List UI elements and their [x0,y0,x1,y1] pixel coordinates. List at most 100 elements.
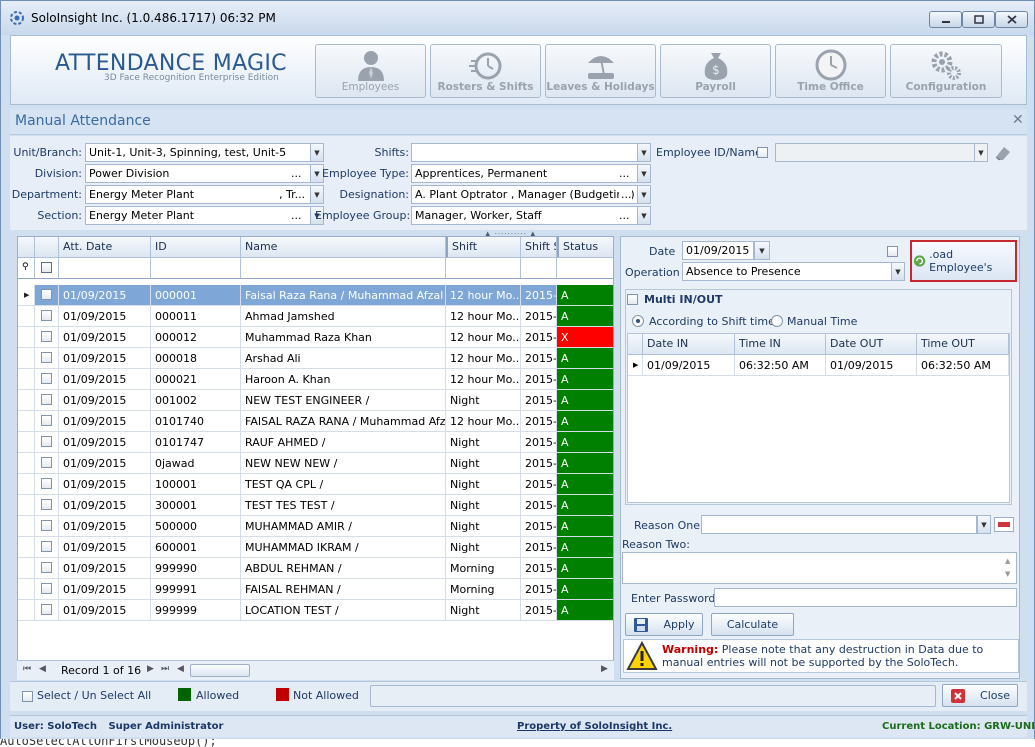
nav-time-office[interactable]: Time Office [775,44,886,98]
cell-att-date[interactable]: 01/09/2015 [59,579,151,600]
first-record-icon[interactable]: ⏮ [23,664,31,674]
table-row[interactable]: ▶ 01/09/2015 000001 Faisal Raza Rana / Muha… [18,285,613,306]
password-input[interactable] [714,588,1017,607]
scroll-right-icon[interactable]: ▶ [601,664,608,674]
row-checkbox[interactable] [41,499,52,510]
cell-att-date[interactable]: 01/09/2015 [59,558,151,579]
reason-one-combo[interactable] [701,515,977,534]
cell-shift[interactable]: 12 hour Mo... [446,348,521,369]
close-window-button[interactable] [995,11,1028,28]
row-select-cell[interactable] [35,537,59,558]
cell-att-date[interactable]: 01/09/2015 [59,432,151,453]
cell-att-date[interactable]: 01/09/2015 [59,474,151,495]
row-select-cell[interactable] [35,411,59,432]
shifts-dropdown[interactable]: ▼ [637,143,651,162]
row-select-cell[interactable] [35,474,59,495]
row-checkbox[interactable] [41,289,52,300]
row-select-cell[interactable] [35,327,59,348]
shifts-combo[interactable] [411,143,638,162]
unit-branch-combo[interactable]: Unit-1, Unit-3, Spinning, test, Unit-5 [85,143,311,162]
cell-name[interactable]: RAUF AHMED / [241,432,446,453]
inout-col-date-in[interactable]: Date IN [643,334,735,355]
filter-name[interactable] [241,258,446,279]
table-row[interactable]: 01/09/2015 600001 MUHAMMAD IKRAM / Night 201… [18,537,613,558]
cell-att-date[interactable]: 01/09/2015 [59,390,151,411]
row-select-cell[interactable] [35,306,59,327]
nav-payroll[interactable]: $ Payroll [660,44,771,98]
cell-shift-s[interactable]: 2015-( [521,432,557,453]
employee-group-combo[interactable]: Manager, Worker, Staff ... [411,206,638,225]
inout-date-in[interactable]: 01/09/2015 [643,355,735,376]
operation-combo[interactable]: Absence to Presence [682,262,892,281]
cell-name[interactable]: MUHAMMAD AMIR / [241,516,446,537]
row-select-cell[interactable] [35,453,59,474]
employee-group-dropdown[interactable]: ▼ [637,206,651,225]
cell-shift[interactable]: Morning [446,579,521,600]
cell-id[interactable]: 000011 [151,306,241,327]
cell-status[interactable]: A [557,558,613,579]
row-checkbox[interactable] [41,331,52,342]
cell-name[interactable]: TEST TES TEST / [241,495,446,516]
cell-name[interactable]: TEST QA CPL / [241,474,446,495]
row-checkbox[interactable] [41,604,52,615]
cell-shift-s[interactable]: 2015-( [521,306,557,327]
cell-name[interactable]: ABDUL REHMAN / [241,558,446,579]
cell-id[interactable]: 0101747 [151,432,241,453]
cell-shift-s[interactable]: 2015-( [521,369,557,390]
next-record-icon[interactable]: ▶ [147,664,154,674]
row-checkbox[interactable] [41,541,52,552]
cell-status[interactable]: A [557,432,613,453]
nav-leaves-holidays[interactable]: Leaves & Holidays [545,44,656,98]
inout-col-date-out[interactable]: Date OUT [826,334,917,355]
operation-dropdown[interactable]: ▼ [891,262,905,281]
cell-status[interactable]: A [557,411,613,432]
cell-shift[interactable]: 12 hour Mo... [446,369,521,390]
cell-att-date[interactable]: 01/09/2015 [59,495,151,516]
table-row[interactable]: 01/09/2015 999999 LOCATION TEST / Night 2015… [18,600,613,621]
filter-shift-s[interactable] [521,258,557,279]
employee-id-combo[interactable] [775,143,975,162]
inout-date-out[interactable]: 01/09/2015 [826,355,917,376]
filter-check-cell[interactable] [35,258,59,279]
filter-shift[interactable] [446,258,521,279]
filter-att-date[interactable] [59,258,151,279]
cell-id[interactable]: 000012 [151,327,241,348]
cell-id[interactable]: 300001 [151,495,241,516]
section-combo[interactable]: Energy Meter Plant ... [85,206,311,225]
horizontal-scroll-thumb[interactable] [190,664,250,677]
employee-type-combo[interactable]: Apprentices, Permanent ... [411,164,638,183]
row-checkbox[interactable] [41,583,52,594]
cell-shift[interactable]: Night [446,495,521,516]
row-select-cell[interactable] [35,579,59,600]
cell-att-date[interactable]: 01/09/2015 [59,537,151,558]
cell-id[interactable]: 000021 [151,369,241,390]
calculate-button[interactable]: Calculate [711,613,794,636]
division-combo[interactable]: Power Division ... [85,164,311,183]
cell-name[interactable]: LOCATION TEST / [241,600,446,621]
cell-att-date[interactable]: 01/09/2015 [59,327,151,348]
cell-shift-s[interactable]: 2015-( [521,516,557,537]
minimize-button[interactable] [929,11,962,28]
cell-name[interactable]: Muhammad Raza Khan [241,327,446,348]
cell-att-date[interactable]: 01/09/2015 [59,411,151,432]
cell-name[interactable]: NEW TEST ENGINEER / [241,390,446,411]
table-row[interactable]: 01/09/2015 300001 TEST TES TEST / Night 2015… [18,495,613,516]
row-checkbox[interactable] [41,478,52,489]
filter-id[interactable] [151,258,241,279]
cell-shift-s[interactable]: 2015-( [521,495,557,516]
cell-id[interactable]: 000001 [151,285,241,306]
cell-shift[interactable]: Night [446,432,521,453]
cell-id[interactable]: 999990 [151,558,241,579]
date-input[interactable]: 01/09/2015 [682,241,754,260]
cell-id[interactable]: 500000 [151,516,241,537]
cell-status[interactable]: A [557,537,613,558]
cell-att-date[interactable]: 01/09/2015 [59,600,151,621]
cell-shift[interactable]: Morning [446,558,521,579]
cell-shift[interactable]: 12 hour Mo... [446,285,521,306]
row-select-cell[interactable] [35,369,59,390]
cell-status[interactable]: A [557,348,613,369]
nav-configuration[interactable]: Configuration [890,44,1002,98]
cell-shift[interactable]: 12 hour Mo... [446,327,521,348]
table-row[interactable]: 01/09/2015 500000 MUHAMMAD AMIR / Night 2015… [18,516,613,537]
cell-id[interactable]: 999999 [151,600,241,621]
